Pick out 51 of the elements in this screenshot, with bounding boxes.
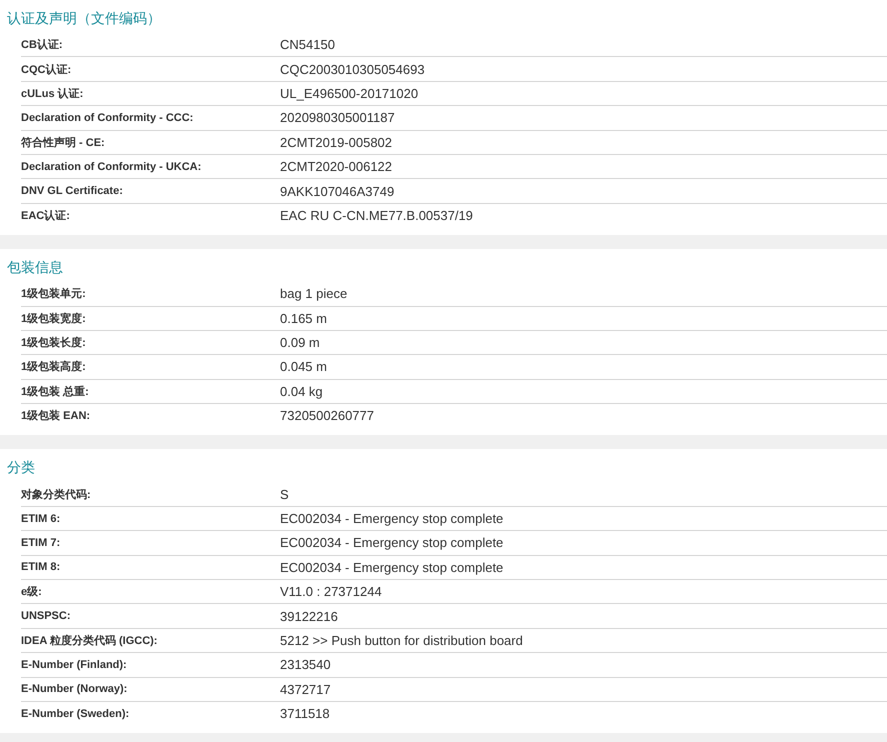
field-label: EAC认证: bbox=[21, 208, 71, 223]
field-value: V11.0 : 27371244 bbox=[280, 584, 382, 600]
field-label: 1级包装 EAN: bbox=[21, 408, 92, 424]
field-value: 5212 >> Push button for distribution board bbox=[280, 633, 523, 648]
field-value: UL_E496500-20171020 bbox=[280, 86, 418, 101]
field-label: 1级包装单元: bbox=[21, 286, 87, 302]
field-value: 2CMT2020-006122 bbox=[280, 159, 392, 174]
field-label: 1级包装 总重: bbox=[21, 384, 90, 399]
field-value: CN54150 bbox=[280, 37, 335, 52]
section-title: 包装信息 bbox=[6, 258, 64, 278]
field-value: 2CMT2019-005802 bbox=[280, 134, 392, 150]
field-value: 7320500260777 bbox=[280, 408, 374, 424]
field-value: 0.04 kg bbox=[280, 384, 323, 399]
field-value: 0.09 m bbox=[280, 335, 320, 350]
field-value: 0.045 m bbox=[280, 359, 327, 374]
field-value: EAC RU C-CN.ME77.B.00537/19 bbox=[280, 208, 473, 223]
field-label: 符合性声明 - CE: bbox=[21, 136, 106, 150]
field-label: ETIM 8: bbox=[21, 561, 62, 574]
field-value: S bbox=[280, 486, 289, 502]
field-value: 0.165 m bbox=[280, 310, 327, 326]
field-value: EC002034 - Emergency stop complete bbox=[280, 535, 504, 550]
field-value: 9AKK107046A3749 bbox=[280, 184, 394, 199]
field-value: EC002034 - Emergency stop complete bbox=[280, 511, 504, 526]
field-label: 对象分类代码: bbox=[21, 488, 92, 502]
field-label: Declaration of Conformity - CCC: bbox=[21, 112, 194, 124]
field-value: bag 1 piece bbox=[280, 286, 348, 302]
field-value: 3711518 bbox=[280, 706, 330, 722]
field-label: UNSPSC: bbox=[21, 610, 72, 622]
field-label: E-Number (Sweden): bbox=[21, 708, 130, 720]
field-label: Declaration of Conformity - UKCA: bbox=[21, 160, 202, 173]
field-value: CQC2003010305054693 bbox=[280, 62, 425, 77]
field-label: ETIM 7: bbox=[21, 536, 62, 549]
field-label: cULus 认证: bbox=[21, 86, 84, 101]
field-label: 1级包装长度: bbox=[21, 336, 87, 350]
section-title: 分类 bbox=[6, 458, 36, 478]
field-label: DNV GL Certificate: bbox=[21, 185, 124, 198]
field-label: CB认证: bbox=[21, 38, 64, 52]
field-value: 4372717 bbox=[280, 682, 331, 697]
field-label: e级: bbox=[21, 585, 43, 600]
field-label: E-Number (Norway): bbox=[21, 683, 128, 696]
field-label: 1级包装高度: bbox=[21, 360, 87, 374]
field-label: IDEA 粒度分类代码 (IGCC): bbox=[21, 634, 158, 648]
field-label: CQC认证: bbox=[21, 62, 72, 77]
section-title: 认证及声明（文件编码） bbox=[6, 9, 162, 28]
field-value: 39122216 bbox=[280, 608, 338, 624]
field-label: E-Number (Finland): bbox=[21, 658, 128, 671]
field-label: 1级包装宽度: bbox=[21, 312, 87, 326]
field-value: EC002034 - Emergency stop complete bbox=[280, 560, 504, 575]
field-value: 2313540 bbox=[280, 657, 331, 672]
field-value: 2020980305001187 bbox=[280, 110, 395, 126]
field-label: ETIM 6: bbox=[21, 512, 62, 525]
